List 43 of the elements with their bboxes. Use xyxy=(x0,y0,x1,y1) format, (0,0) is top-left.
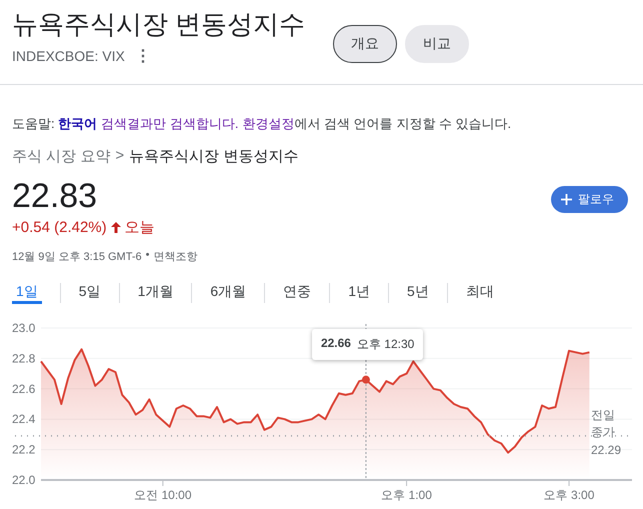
x-axis-label: 오전 10:00 xyxy=(134,488,192,502)
plus-icon xyxy=(561,194,572,204)
y-axis-label: 22.2 xyxy=(12,442,36,457)
breadcrumb-separator: > xyxy=(115,147,124,166)
x-axis-label: 오후 3:00 xyxy=(544,488,594,502)
disclaimer-link[interactable]: 면책조항 xyxy=(153,249,198,264)
more-menu-icon[interactable]: ⋮ xyxy=(134,46,151,66)
range-tab[interactable]: 1일 xyxy=(12,277,42,304)
breadcrumb-link[interactable]: 주식 시장 요약 xyxy=(12,147,110,166)
previous-close-value: 22.29 xyxy=(591,442,622,459)
help-link[interactable]: 환경설정 xyxy=(242,116,294,131)
y-axis-label: 22.0 xyxy=(12,473,36,487)
up-arrow-icon xyxy=(110,222,121,233)
page-title: 뉴욕주식시장 변동성지수 xyxy=(12,8,306,40)
help-link[interactable]: 한국어 xyxy=(58,116,98,131)
y-axis-label: 22.8 xyxy=(12,351,36,366)
price-change: +0.54 (2.42%) xyxy=(12,219,107,236)
follow-button[interactable]: 팔로우 xyxy=(551,186,628,212)
range-tab[interactable]: 6개월 xyxy=(210,277,246,304)
ticker-symbol: INDEXCBOE: VIX xyxy=(12,48,125,64)
y-axis-label: 22.4 xyxy=(12,412,36,426)
x-axis-label: 오후 1:00 xyxy=(381,488,432,502)
search-language-notice: 도움말: 한국어 검색결과만 검색합니다. 환경설정에서 검색 언어를 지정할 수 있습니다. xyxy=(12,115,512,133)
quote-timestamp: 12월 9일 오후 3:15 GMT-6 xyxy=(12,250,142,264)
help-link[interactable]: 검색결과만 검색합니다. xyxy=(101,116,238,131)
hover-point xyxy=(362,376,370,384)
breadcrumb-current: 뉴욕주식시장 변동성지수 xyxy=(129,147,298,166)
range-tab[interactable]: 연중 xyxy=(283,277,312,304)
current-price: 22.83 xyxy=(12,176,98,216)
y-axis-label: 23.0 xyxy=(12,321,36,335)
range-tab[interactable]: 1개월 xyxy=(138,277,174,304)
previous-close-label: 전일 종가 xyxy=(591,406,616,441)
change-period: 오늘 xyxy=(124,218,155,237)
range-tab[interactable]: 5년 xyxy=(406,277,429,304)
tooltip-time: 오후 12:30 xyxy=(356,336,414,353)
view-button[interactable]: 개요 xyxy=(333,25,398,63)
y-axis-label: 22.6 xyxy=(12,382,36,396)
range-tab[interactable]: 1년 xyxy=(348,277,370,304)
view-button[interactable]: 비교 xyxy=(405,25,470,63)
range-tab[interactable]: 최대 xyxy=(466,277,494,304)
tooltip-value: 22.66 xyxy=(320,336,351,352)
bullet-separator: • xyxy=(146,249,150,263)
range-tab[interactable]: 5일 xyxy=(78,277,101,304)
